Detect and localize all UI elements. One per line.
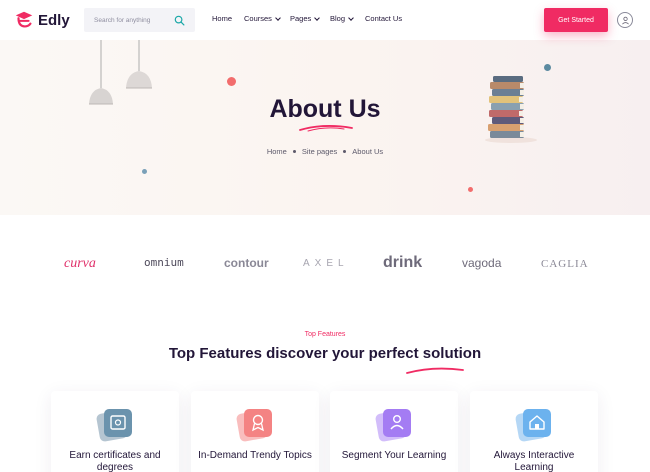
- feature-card-title: Earn certificates and degrees: [69, 450, 161, 472]
- chevron-down-icon: [348, 14, 354, 21]
- feature-card-title: Always Interactive Learning: [493, 450, 575, 472]
- section-title: Top Features discover your perfect solut…: [168, 345, 482, 362]
- breadcrumb-site-pages[interactable]: Site pages: [302, 147, 337, 156]
- logo[interactable]: Edly: [13, 9, 70, 31]
- nav-label: Blog: [330, 14, 346, 23]
- feature-card[interactable]: Earn certificates and degrees: [51, 391, 179, 472]
- partner-logo: contour: [224, 256, 269, 270]
- decor-dot: [544, 64, 551, 71]
- search-icon[interactable]: [174, 13, 187, 26]
- chevron-down-icon: [275, 14, 281, 21]
- decor-dot: [142, 169, 147, 174]
- title-underline: [299, 125, 353, 132]
- breadcrumb-separator: [292, 150, 296, 153]
- search-input[interactable]: [84, 8, 172, 32]
- partner-logo: vagoda: [462, 256, 502, 270]
- site-header: Edly Home Courses Pages Blog Contact Us …: [0, 0, 650, 40]
- certificate-icon: [96, 409, 132, 442]
- graduation-cap-icon: [15, 11, 33, 28]
- feature-card[interactable]: Segment Your Learning: [330, 391, 458, 472]
- nav-label: Pages: [290, 14, 312, 23]
- award-icon: [236, 409, 272, 442]
- get-started-button[interactable]: Get Started: [544, 8, 608, 32]
- home-icon: [515, 409, 551, 442]
- breadcrumb-separator: [343, 150, 347, 153]
- chevron-down-icon: [314, 14, 321, 21]
- lamp-icon: [126, 40, 152, 89]
- nav-label: Home: [212, 14, 233, 23]
- breadcrumb: Home Site pages About Us: [0, 147, 650, 156]
- partner-logo: drink: [383, 254, 423, 271]
- section-eyebrow: Top Features: [304, 331, 346, 338]
- breadcrumb-current: About Us: [352, 147, 384, 156]
- page-banner: About Us Home Site pages About Us: [0, 40, 650, 215]
- decor-dot: [468, 187, 473, 192]
- partner-logos: curva omnium contour AXEL drink vagoda C…: [0, 215, 650, 315]
- feature-card-title: In-Demand Trendy Topics: [198, 450, 312, 461]
- user-icon: [375, 409, 411, 442]
- feature-card-title: Segment Your Learning: [341, 450, 447, 461]
- decor-dot: [227, 77, 236, 86]
- logo-text: Edly: [38, 11, 70, 29]
- nav-blog[interactable]: Blog: [330, 14, 354, 23]
- feature-card[interactable]: Always Interactive Learning: [470, 391, 598, 472]
- nav-label: Contact Us: [365, 14, 403, 23]
- breadcrumb-home[interactable]: Home: [267, 147, 287, 156]
- page-title: About Us: [269, 95, 381, 123]
- user-icon[interactable]: [617, 12, 633, 28]
- feature-card[interactable]: In-Demand Trendy Topics: [191, 391, 319, 472]
- nav-home[interactable]: Home: [212, 14, 232, 23]
- title-underline: [406, 367, 464, 374]
- nav-label: Courses: [244, 14, 272, 23]
- nav-contact[interactable]: Contact Us: [365, 14, 402, 23]
- partner-logo: AXEL: [303, 258, 349, 269]
- partner-logo: omnium: [144, 256, 184, 269]
- partner-logo: CAGLIA: [541, 258, 589, 270]
- nav-pages[interactable]: Pages: [290, 14, 321, 23]
- nav-courses[interactable]: Courses: [244, 14, 281, 23]
- partner-logo: curva: [64, 256, 96, 271]
